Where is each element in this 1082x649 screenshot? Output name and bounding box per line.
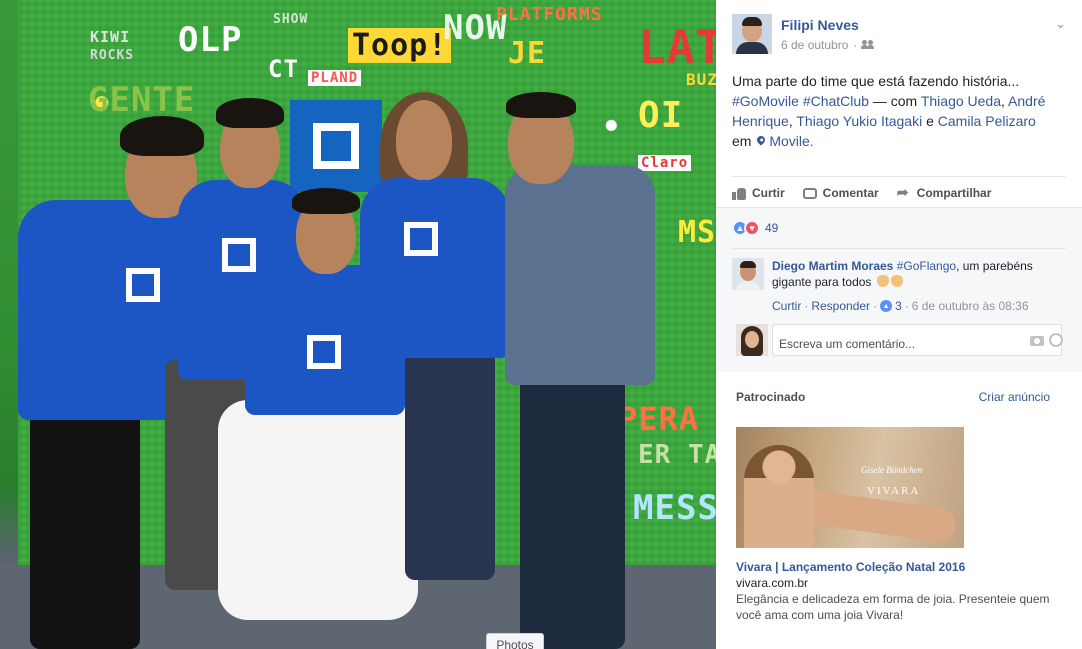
share-button[interactable]: Compartilhar	[897, 183, 992, 203]
post-actions: Curtir Comentar Compartilhar	[732, 183, 1066, 203]
wall-word: MESS	[633, 488, 716, 528]
separator: ,	[1001, 93, 1009, 109]
ad-image[interactable]: Gisele Bündchen VIVARA	[736, 427, 964, 548]
share-label: Compartilhar	[916, 186, 992, 200]
post-message: Uma parte do time que está fazendo histó…	[732, 71, 1066, 151]
tagged-user-link[interactable]: Thiago Ueda	[921, 93, 1001, 109]
wall-word: OLP	[178, 20, 243, 60]
clapping-hands-icon	[890, 275, 903, 287]
company-logo-icon	[290, 100, 382, 192]
love-reaction-icon: ♥	[744, 220, 760, 236]
tagged-user-link[interactable]: Camila Pelizaro	[938, 113, 1036, 129]
separator: e	[922, 113, 938, 129]
comment-timestamp[interactable]: 6 de outubro às 08:36	[912, 299, 1029, 313]
post-meta: 6 de outubro ·	[781, 38, 875, 52]
location-link[interactable]: Movile.	[769, 133, 813, 149]
create-ad-link[interactable]: Criar anúncio	[979, 390, 1050, 404]
commenter-name-link[interactable]: Diego Martim Moraes	[772, 259, 893, 273]
clapping-hands-icon	[876, 275, 889, 287]
post-intro-text: Uma parte do time que está fazendo histó…	[732, 73, 1020, 89]
comment-body: Diego Martim Moraes #GoFlango, um parebé…	[772, 258, 1066, 290]
current-user-avatar	[736, 324, 768, 356]
wall-word: PERA	[618, 400, 700, 438]
wall-word: SHOW	[273, 12, 309, 27]
wall-word: CT	[268, 55, 299, 83]
separator: ·	[853, 38, 858, 52]
divider	[732, 176, 1066, 177]
wall-word: Toop!	[348, 28, 452, 63]
post-date-link[interactable]: 6 de outubro	[781, 38, 848, 52]
separator: ·	[904, 299, 909, 313]
post-photo[interactable]: KIWI ROCKS OLP SHOW Toop! NOW PLATFORMS …	[0, 0, 716, 649]
wall-word: GENTE	[88, 80, 196, 120]
hashtag-link[interactable]: #ChatClub	[803, 93, 869, 109]
comment-label: Comentar	[822, 186, 879, 200]
emoji-icon[interactable]	[1049, 333, 1063, 347]
comment-input[interactable]	[772, 324, 1062, 356]
wall-word: OI	[638, 95, 684, 136]
chevron-down-icon[interactable]: ⌄	[1055, 16, 1066, 32]
comment-actions: Curtir · Responder · ▲ 3 · 6 de outubro …	[772, 299, 1029, 313]
wall-word: PLAND	[308, 70, 362, 86]
feedback-section: ▲ ♥ 49 Diego Martim Moraes #GoFlango, um…	[716, 207, 1082, 372]
divider	[732, 248, 1066, 249]
separator: ·	[804, 299, 809, 313]
ad-image-signature: Gisele Bündchen	[861, 465, 923, 475]
location-pin-icon	[755, 134, 768, 147]
at-text: em	[732, 133, 752, 149]
wall-word: JE	[508, 36, 547, 71]
share-arrow-icon	[897, 184, 911, 201]
friends-icon[interactable]	[861, 40, 875, 50]
post-header: Filipi Neves 6 de outubro · ⌄	[732, 14, 1066, 54]
comment-icon	[802, 187, 817, 199]
hashtag-link[interactable]: #GoMovile	[732, 93, 799, 109]
wall-word: ROCKS	[90, 48, 135, 63]
comment-composer	[732, 323, 1066, 357]
author-avatar[interactable]	[732, 14, 772, 54]
ad-domain: vivara.com.br	[736, 576, 809, 590]
post-sidebar: Filipi Neves 6 de outubro · ⌄ Uma parte …	[716, 0, 1082, 649]
like-reaction-icon: ▲	[880, 300, 893, 312]
like-button[interactable]: Curtir	[732, 183, 785, 203]
wall-word: PLATFORMS	[496, 4, 603, 25]
comment-like-link[interactable]: Curtir	[772, 299, 801, 313]
like-label: Curtir	[752, 186, 785, 200]
comment-like-count[interactable]: 3	[895, 299, 902, 313]
with-text: — com	[868, 93, 921, 109]
commenter-avatar[interactable]	[732, 258, 764, 290]
comment-hashtag-link[interactable]: #GoFlango	[897, 259, 956, 273]
author-name-link[interactable]: Filipi Neves	[781, 17, 859, 33]
wall-word: KIWI	[90, 28, 131, 46]
wall-word: ER TA	[638, 440, 716, 470]
ad-description: Elegância e delicadeza em forma de joia.…	[736, 592, 1050, 622]
wall-word: Claro	[638, 155, 692, 171]
thumbs-up-icon	[732, 187, 746, 200]
sponsored-header: Patrocinado Criar anúncio	[736, 390, 1050, 404]
reaction-count: 49	[765, 221, 779, 235]
ad-image-brand: VIVARA	[867, 485, 921, 497]
camera-icon[interactable]	[1030, 336, 1044, 346]
reactions-summary[interactable]: ▲ ♥ 49	[732, 220, 778, 236]
separator: ·	[873, 299, 878, 313]
wall-word: MS	[678, 215, 716, 250]
sponsored-label: Patrocinado	[736, 390, 806, 404]
wall-word: BUZ	[686, 70, 716, 89]
comment-reply-link[interactable]: Responder	[811, 299, 870, 313]
photos-tab[interactable]: Photos	[486, 633, 544, 649]
tagged-user-link[interactable]: Thiago Yukio Itagaki	[796, 113, 922, 129]
ad-title-link[interactable]: Vivara | Lançamento Coleção Natal 2016	[736, 560, 965, 574]
comment-button[interactable]: Comentar	[802, 183, 879, 203]
wall-word: LAT	[638, 20, 716, 74]
